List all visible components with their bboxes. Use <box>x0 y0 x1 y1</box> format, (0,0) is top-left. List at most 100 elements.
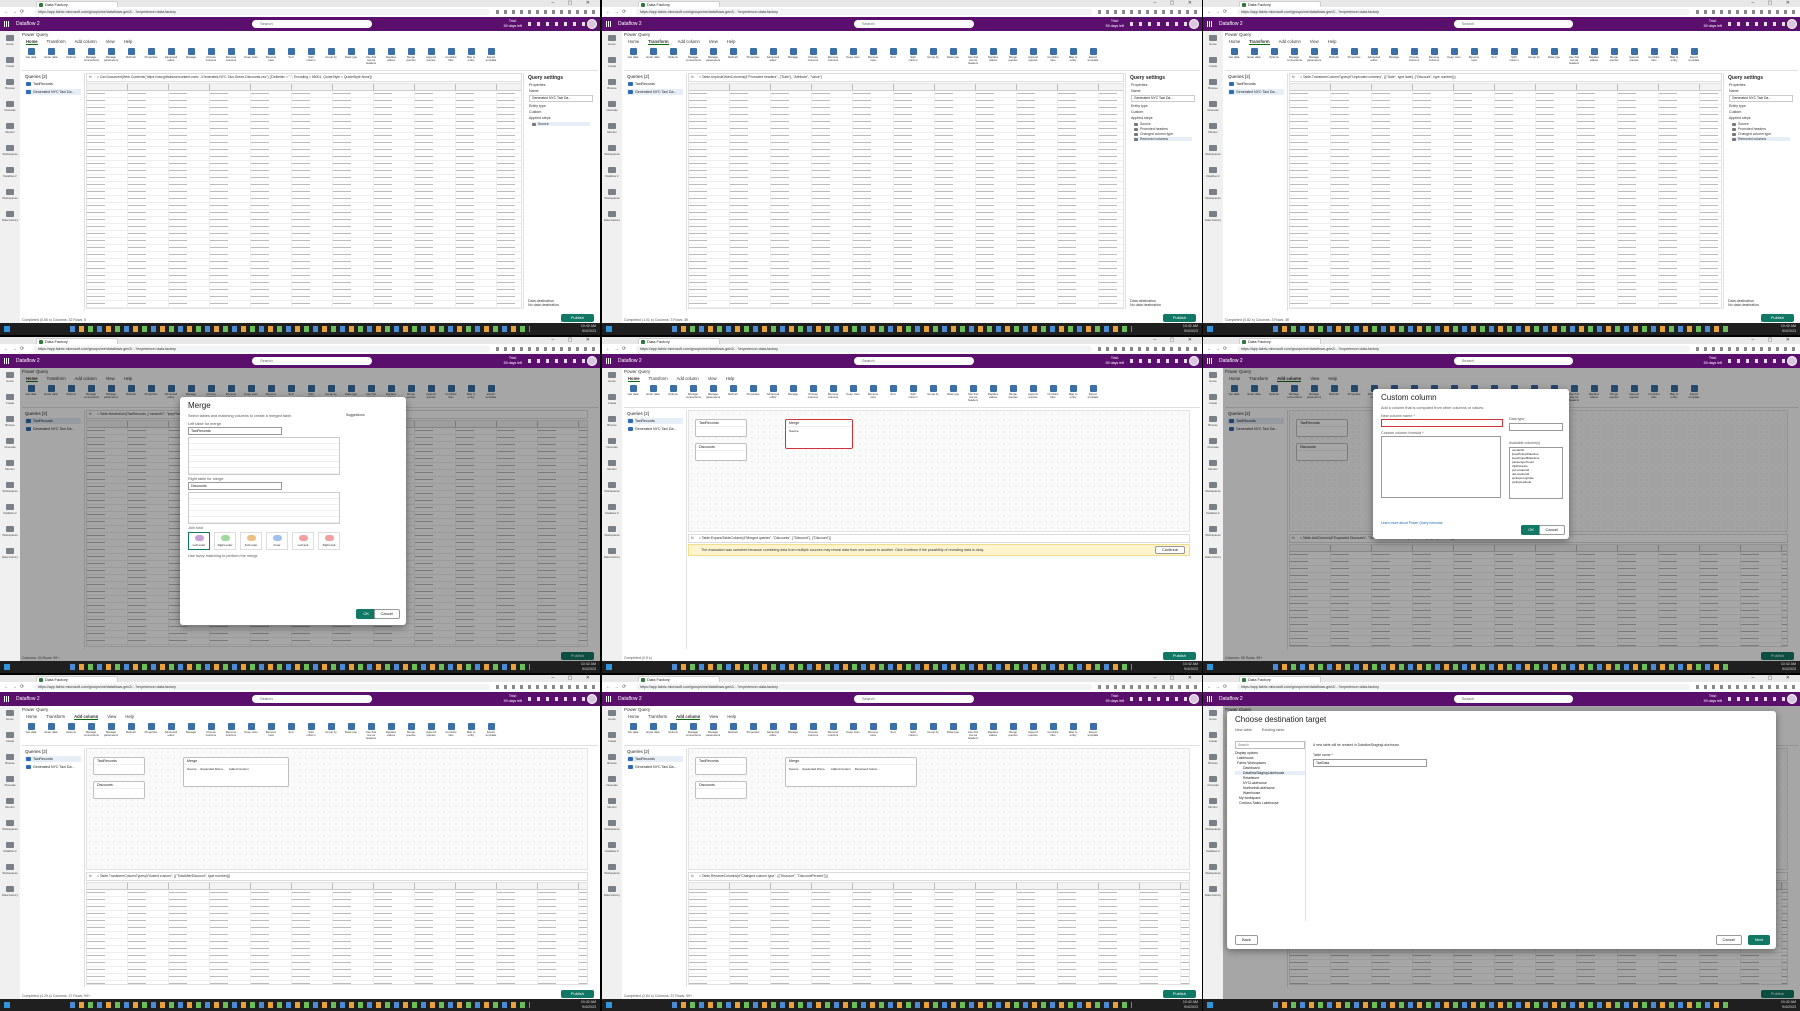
rail-0-icon[interactable] <box>1209 372 1217 378</box>
query-item[interactable]: Generated NYC Taxi Da... <box>25 764 81 770</box>
node-step[interactable]: Added Custom <box>229 767 249 771</box>
rail-6-icon[interactable] <box>1209 167 1217 173</box>
browser-nav-icons[interactable]: ←→⟳ <box>606 684 629 690</box>
taskbar-app-icons[interactable] <box>70 664 530 670</box>
window-controls[interactable]: – ▢ ✕ <box>552 0 596 7</box>
ribbon-button[interactable]: Combine files <box>1047 723 1059 737</box>
ribbon-button[interactable]: Data type <box>947 48 959 62</box>
publish-button[interactable]: Publish <box>1760 314 1794 322</box>
browser-nav-icons[interactable]: ←→⟳ <box>1207 9 1230 15</box>
ribbon-button[interactable]: Advanced editor <box>165 723 177 737</box>
menu-tab-home[interactable]: Home <box>628 39 639 44</box>
node-step[interactable]: Expanded Disco... <box>201 767 225 771</box>
ribbon-button[interactable]: Merge queries <box>406 723 416 737</box>
query-item[interactable]: TaxiRecords <box>627 756 683 762</box>
no-destination-value[interactable]: No data destination <box>1130 303 1196 307</box>
diagram-node-taxirecords[interactable]: TaxiRecords <box>695 757 747 775</box>
query-item[interactable]: TaxiRecords <box>627 418 683 424</box>
ribbon-button[interactable]: Manage <box>788 385 798 399</box>
rail-2-icon[interactable] <box>1209 416 1217 422</box>
formula-bar[interactable]: = Table.RenameColumns(#"Changed column t… <box>688 872 1190 881</box>
right-table-select[interactable]: Discounts <box>188 482 282 490</box>
ribbon-button[interactable]: Remove rows <box>868 723 878 737</box>
ribbon-button[interactable]: Map to entity <box>466 48 476 62</box>
ribbon-button[interactable]: Append queries <box>1028 48 1038 62</box>
tree-item[interactable]: NYCLakehouse <box>1235 781 1305 785</box>
app-launcher-icon[interactable] <box>606 21 612 27</box>
grid-column-headers[interactable] <box>87 883 587 890</box>
publish-button[interactable]: Publish <box>560 990 594 998</box>
grid-column-headers[interactable] <box>87 84 521 91</box>
next-button[interactable]: Next <box>1747 935 1770 945</box>
ribbon-button[interactable]: Sort <box>888 723 898 737</box>
taskbar-app-icons[interactable] <box>1273 664 1730 670</box>
ribbon-button[interactable]: Replace values <box>988 385 998 399</box>
rail-5-icon[interactable] <box>608 820 616 826</box>
formula-bar[interactable]: = Table.TransformColumnTypes(#"Added cus… <box>86 872 588 881</box>
ribbon-button[interactable]: Options <box>66 723 76 737</box>
rail-8-icon[interactable] <box>1209 548 1217 554</box>
rail-4-icon[interactable] <box>6 460 14 466</box>
ribbon-button[interactable]: Replace values <box>386 723 396 737</box>
grid-column-headers[interactable] <box>689 883 1189 890</box>
query-item[interactable]: Generated NYC Taxi Da... <box>627 426 683 432</box>
join-kind-option[interactable]: Inner <box>266 532 288 550</box>
ribbon-button[interactable]: Export template <box>1088 385 1098 399</box>
tree-item[interactable]: Lakehouse <box>1235 756 1305 760</box>
diagram-node-merge[interactable]: Merge Source <box>785 419 853 449</box>
formula-bar[interactable]: = Table.TransformColumnTypes(#"Unpivoted… <box>1289 73 1722 82</box>
diagram-node-taxirecords[interactable]: TaxiRecords <box>93 757 145 775</box>
rail-1-icon[interactable] <box>1209 732 1217 738</box>
avatar[interactable] <box>1787 19 1797 29</box>
menu-tab-add-column[interactable]: Add column <box>74 714 99 720</box>
cancel-button[interactable]: Cancel <box>373 609 400 619</box>
ribbon-button[interactable]: Get data <box>1229 48 1239 62</box>
ribbon-button[interactable]: Merge queries <box>1609 48 1619 62</box>
rail-3-icon[interactable] <box>608 776 616 782</box>
rail-3-icon[interactable] <box>608 438 616 444</box>
menu-tab-transform[interactable]: Transform <box>648 714 667 719</box>
query-item[interactable]: Generated NYC Taxi Da... <box>1228 89 1284 95</box>
trial-badge[interactable]: Trial: 59 days left <box>1704 356 1722 366</box>
start-icon[interactable] <box>1207 1002 1213 1008</box>
header-action-icons[interactable] <box>528 22 586 26</box>
ribbon-button[interactable]: Sort <box>286 48 296 62</box>
diagram-node-merge[interactable]: Merge Source Expanded Disco... Added Custom <box>183 757 289 787</box>
ribbon-button[interactable]: Get data <box>628 723 638 737</box>
ribbon-button[interactable]: Replace values <box>386 48 396 62</box>
rail-4-icon[interactable] <box>6 798 14 804</box>
ribbon-button[interactable]: Remove rows <box>868 385 878 399</box>
ribbon-button[interactable]: Group by <box>927 385 939 399</box>
ribbon-button[interactable]: Refresh <box>728 48 738 62</box>
menu-tab-help[interactable]: Help <box>125 714 134 719</box>
taskbar-app-icons[interactable] <box>70 1002 530 1008</box>
taskbar-app-icons[interactable] <box>672 664 1132 670</box>
publish-button[interactable]: Publish <box>1162 314 1196 322</box>
rail-1-icon[interactable] <box>6 57 14 63</box>
ribbon-button[interactable]: Enter data <box>45 48 57 62</box>
ribbon-button[interactable]: Append queries <box>426 48 436 62</box>
browser-nav-icons[interactable]: ←→⟳ <box>1207 346 1230 352</box>
ribbon-button[interactable]: Manage <box>788 48 798 62</box>
address-bar[interactable]: https://app.fabric.microsoft.com/groups/… <box>34 346 490 352</box>
ribbon-button[interactable]: Map to entity <box>466 723 476 737</box>
ribbon-button[interactable]: Data type <box>345 723 357 737</box>
header-action-icons[interactable] <box>1728 359 1786 363</box>
rail-1-icon[interactable] <box>608 394 616 400</box>
ribbon-button[interactable]: Refresh <box>728 385 738 399</box>
rail-7-icon[interactable] <box>608 526 616 532</box>
ribbon-button[interactable]: Choose columns <box>1409 48 1419 62</box>
query-item[interactable]: TaxiRecords <box>25 81 81 87</box>
rail-7-icon[interactable] <box>6 864 14 870</box>
window-controls[interactable]: – ▢ ✕ <box>1154 337 1198 344</box>
ribbon-button[interactable]: Choose columns <box>206 48 216 62</box>
menu-tab-view[interactable]: View <box>708 376 717 381</box>
ribbon-button[interactable]: Remove columns <box>828 48 838 62</box>
ribbon-button[interactable]: Advanced editor <box>165 48 177 62</box>
ribbon-button[interactable]: Group by <box>927 723 939 737</box>
continue-button[interactable]: Continue <box>1154 546 1185 554</box>
ribbon-button[interactable]: Split column <box>908 385 918 399</box>
applied-step[interactable]: Source <box>1134 122 1192 126</box>
window-controls[interactable]: – ▢ ✕ <box>1154 675 1198 682</box>
trial-badge[interactable]: Trial: 59 days left <box>504 19 522 29</box>
